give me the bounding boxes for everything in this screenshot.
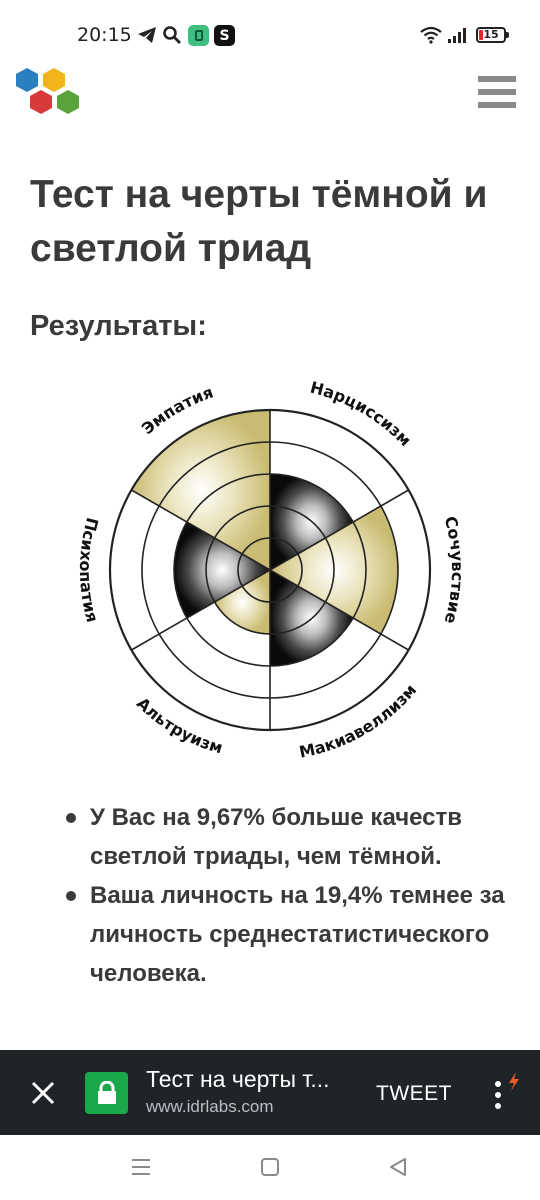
s-app-icon: S (214, 25, 235, 46)
secure-lock-button[interactable] (85, 1072, 128, 1114)
battery-level: 15 (483, 28, 499, 41)
system-nav-bar (0, 1135, 540, 1200)
more-vertical-icon (495, 1072, 519, 1109)
app-icon (188, 25, 209, 46)
recent-apps-icon (132, 1159, 150, 1175)
close-tab-button[interactable] (26, 1076, 60, 1110)
more-options-button[interactable] (490, 1072, 526, 1118)
status-bar: 20:15 S 15 (0, 0, 540, 72)
result-item: Ваша личность на 19,4% темнее за личност… (66, 876, 526, 993)
battery-icon: 15 (476, 27, 509, 43)
hamburger-menu-button[interactable] (478, 76, 516, 108)
sector-label: Сочувствие (441, 514, 467, 626)
results-list: У Вас на 9,67% больше качеств светлой тр… (66, 798, 526, 993)
result-item: У Вас на 9,67% больше качеств светлой тр… (66, 798, 526, 876)
results-heading: Результаты: (30, 310, 207, 342)
lock-icon (97, 1081, 116, 1104)
telegram-icon (136, 24, 158, 46)
result-text: Ваша личность на 19,4% темнее за личност… (90, 882, 505, 987)
tab-url[interactable]: www.idrlabs.com (146, 1097, 274, 1117)
recent-apps-button[interactable] (129, 1155, 153, 1179)
search-icon (161, 24, 183, 46)
idrlabs-logo[interactable] (14, 66, 82, 118)
status-time: 20:15 (77, 24, 132, 46)
sector-label: Психопатия (76, 516, 102, 625)
result-text: У Вас на 9,67% больше качеств светлой тр… (90, 804, 463, 870)
custom-tab-bar: Тест на черты т... www.idrlabs.com TWEET (0, 1050, 540, 1135)
page-title: Тест на черты тёмной и светлой триад (30, 173, 488, 270)
triad-chart-svg: НарциссизмСочувствиеМакиавеллизмАльтруиз… (76, 378, 467, 762)
sector-label: Альтруизм (133, 694, 225, 758)
back-icon (390, 1158, 406, 1176)
close-icon (31, 1081, 55, 1105)
signal-icon (447, 24, 469, 46)
tab-page-title[interactable]: Тест на черты т... (146, 1066, 356, 1093)
back-button[interactable] (386, 1155, 410, 1179)
sector-label: Макиавеллизм (297, 680, 420, 761)
home-button[interactable] (258, 1155, 282, 1179)
tweet-button[interactable]: TWEET (376, 1082, 452, 1106)
hamburger-icon (478, 76, 516, 82)
wifi-icon (420, 24, 442, 46)
home-icon (261, 1158, 279, 1176)
triad-chart: Нарциссизм Сочувствие Макиавеллизм Альтруиз… (70, 365, 470, 775)
